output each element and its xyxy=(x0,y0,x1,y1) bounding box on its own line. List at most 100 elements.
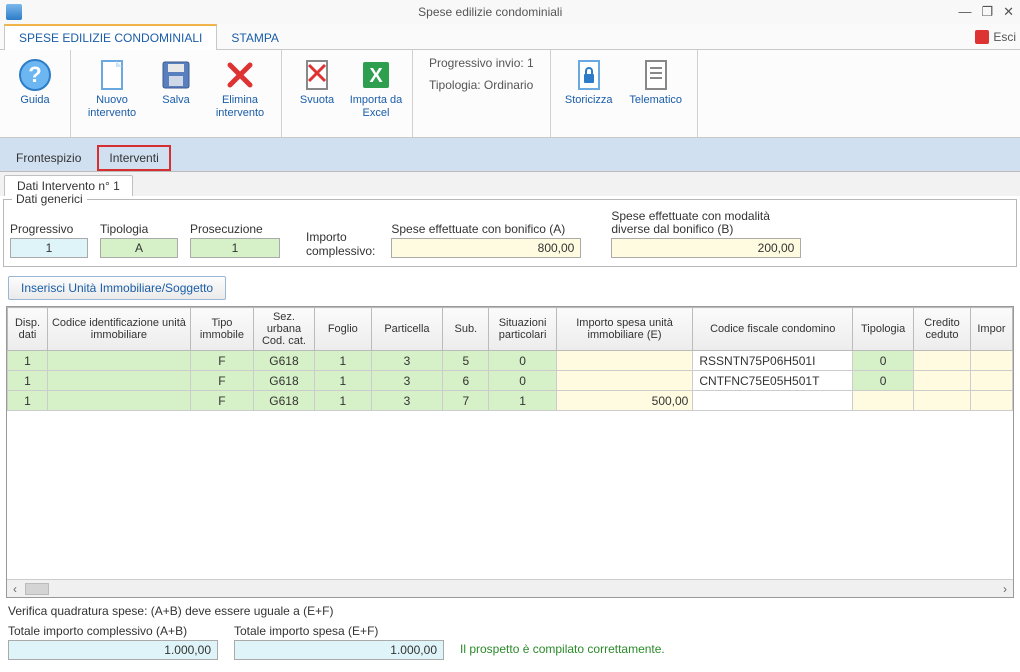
tipologia-field[interactable]: A xyxy=(100,238,178,258)
col-credito-ceduto[interactable]: Credito ceduto xyxy=(914,308,971,351)
titlebar: Spese edilizie condominiali — ❐ ✕ xyxy=(0,0,1020,24)
menu-spese-edilizie[interactable]: SPESE EDILIZIE CONDOMINIALI xyxy=(4,24,217,50)
cell-sub[interactable]: 5 xyxy=(443,351,489,371)
spese-bonifico-field[interactable]: 800,00 xyxy=(391,238,581,258)
cell-codice_uid[interactable] xyxy=(47,351,190,371)
importo-label-2: complessivo: xyxy=(306,244,375,258)
table-empty-area xyxy=(7,411,1013,579)
cell-foglio[interactable]: 1 xyxy=(314,371,371,391)
storicizza-button[interactable]: Storicizza xyxy=(557,56,621,107)
svuota-button[interactable]: Svuota xyxy=(288,56,346,107)
cell-sit[interactable]: 0 xyxy=(489,371,556,391)
tab-frontespizio[interactable]: Frontespizio xyxy=(6,147,91,169)
spese-diverse-field[interactable]: 200,00 xyxy=(611,238,801,258)
progressivo-invio-text: Progressivo invio: 1 xyxy=(429,56,534,70)
cell-tip[interactable] xyxy=(853,391,914,411)
cell-sez[interactable]: G618 xyxy=(253,371,314,391)
window-title: Spese edilizie condominiali xyxy=(22,5,958,19)
cell-sez[interactable]: G618 xyxy=(253,391,314,411)
col-impor[interactable]: Impor xyxy=(970,308,1012,351)
table-header-row: Disp. dati Codice identificazione unità … xyxy=(8,308,1013,351)
cell-codice_uid[interactable] xyxy=(47,391,190,411)
cell-impor[interactable] xyxy=(970,351,1012,371)
cell-tip[interactable]: 0 xyxy=(853,351,914,371)
col-foglio[interactable]: Foglio xyxy=(314,308,371,351)
col-tipo-immobile[interactable]: Tipo immobile xyxy=(190,308,253,351)
cell-cf[interactable]: RSSNTN75P06H501I xyxy=(693,351,853,371)
nested-tabs: Dati Intervento n° 1 xyxy=(0,172,1020,196)
nuovo-intervento-button[interactable]: Nuovo intervento xyxy=(77,56,147,120)
cell-sub[interactable]: 7 xyxy=(443,391,489,411)
restore-button[interactable]: ❐ xyxy=(981,4,993,20)
col-tipologia[interactable]: Tipologia xyxy=(853,308,914,351)
importa-label: Importa da Excel xyxy=(348,94,404,120)
importo-label-1: Importo xyxy=(306,230,375,244)
cell-importo[interactable]: 500,00 xyxy=(556,391,693,411)
close-button[interactable]: ✕ xyxy=(1003,4,1014,20)
telematico-button[interactable]: Telematico xyxy=(621,56,691,107)
scroll-right-icon[interactable]: › xyxy=(997,582,1013,596)
importa-excel-button[interactable]: X Importa da Excel xyxy=(346,56,406,120)
salva-button[interactable]: Salva xyxy=(147,56,205,107)
cell-importo[interactable] xyxy=(556,371,693,391)
dati-generici-group: Dati generici Progressivo 1 Tipologia A … xyxy=(3,199,1017,267)
cell-codice_uid[interactable] xyxy=(47,371,190,391)
cell-disp[interactable]: 1 xyxy=(8,371,48,391)
cell-credito[interactable] xyxy=(914,391,971,411)
scroll-left-icon[interactable]: ‹ xyxy=(7,582,23,596)
col-particella[interactable]: Particella xyxy=(371,308,442,351)
guida-button[interactable]: ? Guida xyxy=(6,56,64,107)
col-situazioni[interactable]: Situazioni particolari xyxy=(489,308,556,351)
col-sez-urbana[interactable]: Sez. urbana Cod. cat. xyxy=(253,308,314,351)
horizontal-scrollbar[interactable]: ‹ › xyxy=(7,579,1013,597)
cell-tipo[interactable]: F xyxy=(190,351,253,371)
cell-tipo[interactable]: F xyxy=(190,371,253,391)
svg-text:?: ? xyxy=(28,62,41,87)
cell-part[interactable]: 3 xyxy=(371,391,442,411)
cell-sub[interactable]: 6 xyxy=(443,371,489,391)
cell-credito[interactable] xyxy=(914,351,971,371)
menu-bar: SPESE EDILIZIE CONDOMINIALI STAMPA Esci xyxy=(0,24,1020,50)
cell-disp[interactable]: 1 xyxy=(8,351,48,371)
svg-text:X: X xyxy=(369,65,383,87)
prosecuzione-field[interactable]: 1 xyxy=(190,238,280,258)
col-sub[interactable]: Sub. xyxy=(443,308,489,351)
app-icon xyxy=(6,4,22,20)
cell-sez[interactable]: G618 xyxy=(253,351,314,371)
new-document-icon xyxy=(95,58,129,92)
table-row[interactable]: 1FG6181371500,00 xyxy=(8,391,1013,411)
cell-part[interactable]: 3 xyxy=(371,351,442,371)
cell-part[interactable]: 3 xyxy=(371,371,442,391)
exit-button[interactable]: Esci xyxy=(975,30,1016,44)
progressivo-field[interactable]: 1 xyxy=(10,238,88,258)
tab-interventi[interactable]: Interventi xyxy=(97,145,170,171)
table-row[interactable]: 1FG6181360CNTFNC75E05H501T0 xyxy=(8,371,1013,391)
col-importo-spesa[interactable]: Importo spesa unità immobiliare (E) xyxy=(556,308,693,351)
spese-diverse-label-2: diverse dal bonifico (B) xyxy=(611,223,801,236)
elimina-intervento-button[interactable]: Elimina intervento xyxy=(205,56,275,120)
scroll-thumb[interactable] xyxy=(25,583,49,595)
minimize-button[interactable]: — xyxy=(958,4,971,20)
totale-ab-value: 1.000,00 xyxy=(8,640,218,660)
cell-tipo[interactable]: F xyxy=(190,391,253,411)
cell-cf[interactable] xyxy=(693,391,853,411)
status-ok-message: Il prospetto è compilato correttamente. xyxy=(460,642,665,656)
telematico-icon xyxy=(639,58,673,92)
cell-disp[interactable]: 1 xyxy=(8,391,48,411)
cell-sit[interactable]: 0 xyxy=(489,351,556,371)
cell-foglio[interactable]: 1 xyxy=(314,391,371,411)
cell-importo[interactable] xyxy=(556,351,693,371)
cell-foglio[interactable]: 1 xyxy=(314,351,371,371)
cell-impor[interactable] xyxy=(970,371,1012,391)
cell-impor[interactable] xyxy=(970,391,1012,411)
menu-stampa[interactable]: STAMPA xyxy=(217,24,293,50)
table-row[interactable]: 1FG6181350RSSNTN75P06H501I0 xyxy=(8,351,1013,371)
cell-cf[interactable]: CNTFNC75E05H501T xyxy=(693,371,853,391)
cell-tip[interactable]: 0 xyxy=(853,371,914,391)
col-codice-fiscale[interactable]: Codice fiscale condomino xyxy=(693,308,853,351)
col-disp-dati[interactable]: Disp. dati xyxy=(8,308,48,351)
inserisci-unita-button[interactable]: Inserisci Unità Immobiliare/Soggetto xyxy=(8,276,226,300)
col-codice-uid[interactable]: Codice identificazione unità immobiliare xyxy=(47,308,190,351)
cell-sit[interactable]: 1 xyxy=(489,391,556,411)
cell-credito[interactable] xyxy=(914,371,971,391)
